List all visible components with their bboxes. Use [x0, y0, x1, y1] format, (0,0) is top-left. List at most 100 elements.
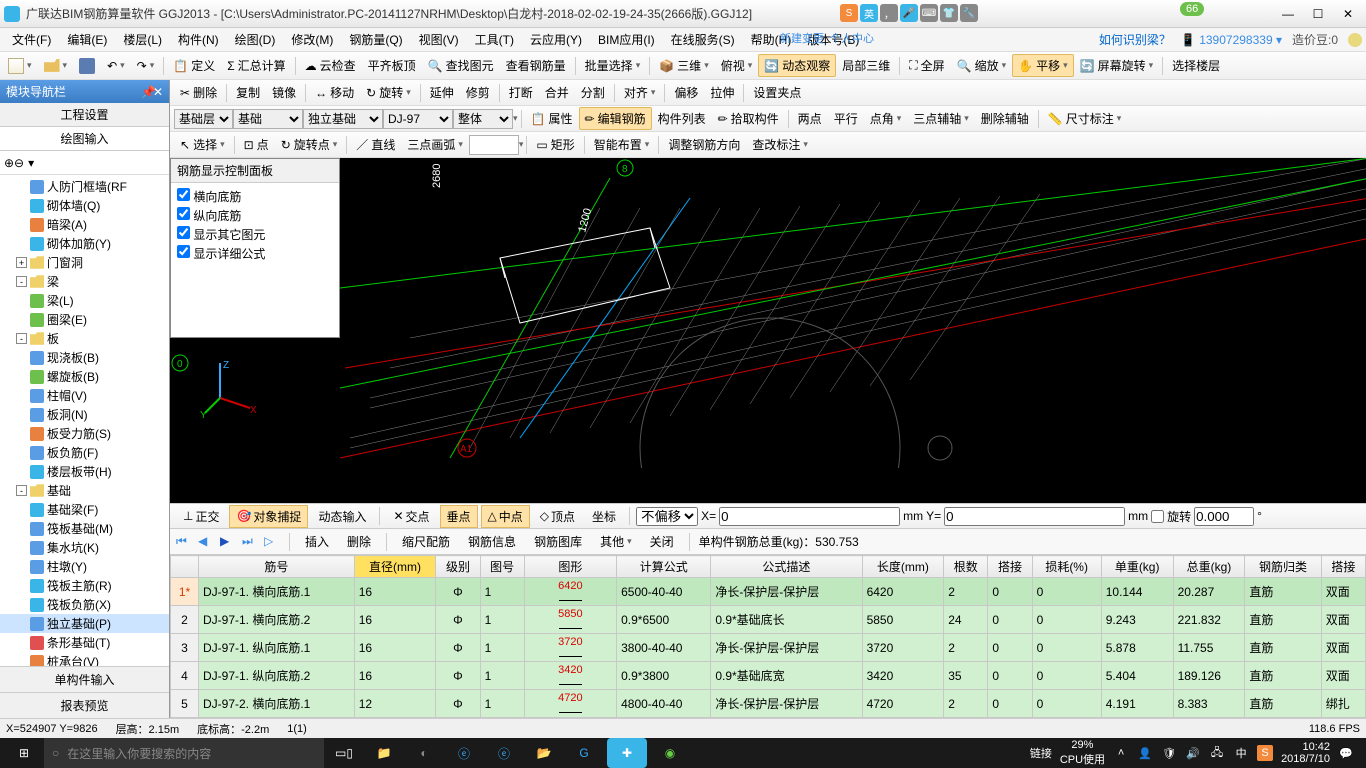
menu-floor[interactable]: 楼层(L): [115, 29, 170, 50]
tree-item[interactable]: 筏板基础(M): [0, 519, 169, 538]
table-row[interactable]: 5 DJ-97-2. 横向底筋.1 12 Φ 1 4720 4800-40-40…: [171, 690, 1366, 718]
rebar-option[interactable]: 横向底筋: [177, 187, 333, 206]
rebar-option-checkbox[interactable]: [177, 188, 190, 201]
cell-fig[interactable]: 1: [480, 578, 524, 606]
table-header[interactable]: 直径(mm): [354, 556, 436, 578]
tree-item[interactable]: 砌体墙(Q): [0, 196, 169, 215]
dyn-input-button[interactable]: 动态输入: [311, 505, 373, 528]
cell-count[interactable]: 2: [944, 634, 988, 662]
app-folder-icon[interactable]: 📁: [364, 738, 404, 768]
cell-shape[interactable]: 5850: [524, 606, 616, 634]
item-select[interactable]: DJ-97: [383, 109, 453, 129]
rotate-button[interactable]: ↻ 旋转 ▾: [360, 81, 417, 104]
axis3-button[interactable]: 三点辅轴 ▾: [907, 107, 975, 130]
select-floor-button[interactable]: 选择楼层: [1166, 54, 1226, 77]
tree-item[interactable]: 圈梁(E): [0, 310, 169, 329]
merge-button[interactable]: 合并: [539, 81, 575, 104]
menu-cloud[interactable]: 云应用(Y): [522, 29, 590, 50]
cloudcheck-button[interactable]: ☁ 云检查: [299, 54, 362, 77]
offset-mode-select[interactable]: 不偏移: [636, 507, 698, 526]
tree-toggle-icon[interactable]: +: [16, 257, 27, 268]
app-round-icon[interactable]: ◉: [650, 738, 690, 768]
ime-keyboard-icon[interactable]: ⌨: [920, 4, 938, 22]
y-input[interactable]: [944, 507, 1125, 526]
tab-single-input[interactable]: 单构件输入: [0, 666, 169, 692]
cell-lap[interactable]: 0: [988, 606, 1032, 634]
app-g1-icon[interactable]: G: [564, 738, 604, 768]
cell-uw[interactable]: 5.404: [1101, 662, 1173, 690]
nav-prev-button[interactable]: ◀: [198, 534, 214, 550]
tray-ime-label[interactable]: 中: [1233, 745, 1249, 761]
cell-uw[interactable]: 4.191: [1101, 690, 1173, 718]
partial3d-button[interactable]: 局部三维: [836, 54, 896, 77]
app-explorer-icon[interactable]: 📂: [524, 738, 564, 768]
cell-len[interactable]: 3720: [862, 634, 944, 662]
row-number[interactable]: 3: [171, 634, 199, 662]
ortho-button[interactable]: ⊥ 正交: [176, 505, 226, 528]
tree-item[interactable]: 楼层板带(H): [0, 462, 169, 481]
cell-id[interactable]: DJ-97-1. 纵向底筋.2: [199, 662, 355, 690]
start-button[interactable]: ⊞: [4, 738, 44, 768]
undo-button[interactable]: ↶▾: [101, 56, 131, 76]
menu-component[interactable]: 构件(N): [170, 29, 227, 50]
parallel-button[interactable]: 平行: [828, 107, 864, 130]
layer-select[interactable]: 基础层: [174, 109, 233, 129]
move-button[interactable]: ↔ 移动: [309, 81, 360, 104]
open-button[interactable]: ▾: [38, 55, 74, 77]
ime-punct-icon[interactable]: ，: [880, 4, 898, 22]
row-number[interactable]: 5: [171, 690, 199, 718]
cell-count[interactable]: 35: [944, 662, 988, 690]
cell-level[interactable]: Φ: [436, 606, 480, 634]
define-button[interactable]: 📋 定义: [167, 54, 221, 77]
menu-draw[interactable]: 绘图(D): [227, 29, 284, 50]
menu-bim[interactable]: BIM应用(I): [590, 29, 663, 50]
cell-shape[interactable]: 3720: [524, 634, 616, 662]
cell-len[interactable]: 3420: [862, 662, 944, 690]
draw-value-input[interactable]: [469, 135, 519, 155]
menu-edit[interactable]: 编辑(E): [59, 29, 115, 50]
two-point-button[interactable]: 两点: [792, 107, 828, 130]
nav-last-button[interactable]: ⏭: [242, 534, 258, 550]
table-row[interactable]: 3 DJ-97-1. 纵向底筋.1 16 Φ 1 3720 3800-40-40…: [171, 634, 1366, 662]
tab-draw-input[interactable]: 绘图输入: [0, 127, 169, 151]
find-graphic-button[interactable]: 🔍 查找图元: [422, 54, 500, 77]
cell-desc[interactable]: 0.9*基础底长: [711, 606, 862, 634]
cell-loss[interactable]: 0: [1032, 690, 1101, 718]
cell-lap[interactable]: 0: [988, 690, 1032, 718]
vertex-button[interactable]: ◇ 顶点: [533, 505, 582, 528]
cell-lap[interactable]: 0: [988, 662, 1032, 690]
rotate-checkbox[interactable]: [1151, 510, 1164, 523]
taskview-button[interactable]: ▭▯: [324, 738, 364, 768]
other-button[interactable]: 其他 ▾: [594, 530, 638, 553]
rebar-option-checkbox[interactable]: [177, 207, 190, 220]
screen-rotate-button[interactable]: 🔄 屏幕旋转 ▾: [1074, 54, 1160, 77]
cell-level[interactable]: Φ: [436, 634, 480, 662]
rebar-info-button[interactable]: 钢筋信息: [462, 530, 522, 553]
split-button[interactable]: 分割: [575, 81, 611, 104]
ime-tool-icon[interactable]: 🔧: [960, 4, 978, 22]
tray-shield-icon[interactable]: 🛡: [1161, 745, 1177, 761]
tree-item[interactable]: -板: [0, 329, 169, 348]
break-button[interactable]: 打断: [503, 81, 539, 104]
tree-item[interactable]: -梁: [0, 272, 169, 291]
rebar-option[interactable]: 显示详细公式: [177, 244, 333, 263]
howto-link[interactable]: 如何识别梁？: [1099, 31, 1171, 48]
minimize-button[interactable]: —: [1274, 4, 1302, 24]
menu-rebar[interactable]: 钢筋量(Q): [341, 29, 410, 50]
line-button[interactable]: ／ 直线: [350, 133, 401, 156]
app-ie-icon[interactable]: ⓔ: [484, 738, 524, 768]
dimension-button[interactable]: 📏 尺寸标注 ▾: [1042, 107, 1128, 130]
check-annot-button[interactable]: 查改标注 ▾: [746, 133, 814, 156]
cell-lap[interactable]: 0: [988, 634, 1032, 662]
delete-axis-button[interactable]: 删除辅轴: [975, 107, 1035, 130]
cell-tw[interactable]: 189.126: [1173, 662, 1245, 690]
cell-uw[interactable]: 9.243: [1101, 606, 1173, 634]
dynamic-view-button[interactable]: 🔄 动态观察: [758, 54, 836, 77]
table-header[interactable]: 公式描述: [711, 556, 862, 578]
rotate-point-button[interactable]: ↻ 旋转点 ▾: [275, 133, 344, 156]
pan-button[interactable]: ✋ 平移 ▾: [1012, 54, 1074, 77]
pin-icon[interactable]: 📌: [141, 85, 153, 99]
copy-button[interactable]: 复制: [230, 81, 266, 104]
table-header[interactable]: 图形: [524, 556, 616, 578]
tree-item[interactable]: 砌体加筋(Y): [0, 234, 169, 253]
